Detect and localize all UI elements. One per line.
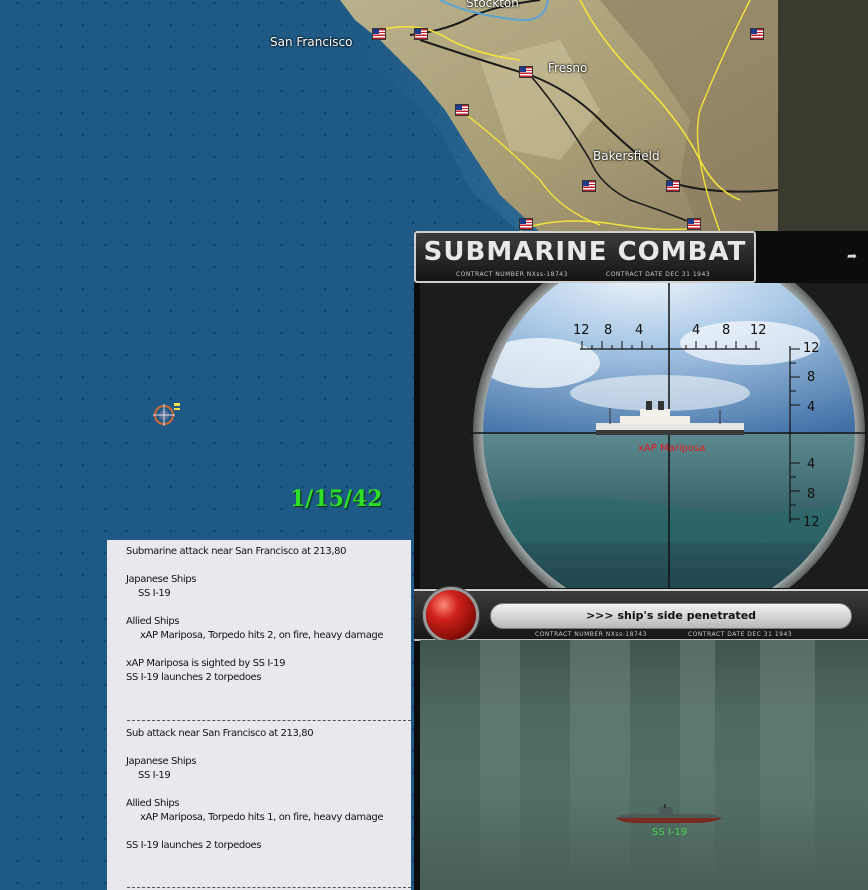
log-line: Allied Ships: [126, 798, 180, 809]
us-base-flag-icon[interactable]: [519, 66, 533, 78]
log-line: SS I-19: [138, 588, 171, 599]
exit-arrow-icon[interactable]: ➦: [845, 249, 859, 263]
light-ray: [760, 640, 815, 890]
combat-status-message: >>> ship's side penetrated: [490, 603, 852, 629]
log-line: Submarine attack near San Francisco at 2…: [126, 546, 347, 557]
scope-tick-label: 8: [722, 323, 730, 338]
target-ship-label: xAP Mariposa: [638, 443, 706, 454]
city-label-fresno[interactable]: Fresno: [548, 61, 587, 75]
log-line: SS I-19 launches 2 torpedoes: [126, 840, 262, 851]
scope-tick-label: 4: [635, 323, 643, 338]
log-separator: [127, 720, 411, 721]
us-base-flag-icon[interactable]: [666, 180, 680, 192]
log-line: SS I-19 launches 2 torpedoes: [126, 672, 262, 683]
log-line: Japanese Ships: [126, 574, 197, 585]
scope-tick-label: 8: [807, 487, 815, 502]
california-coast-map[interactable]: [0, 0, 778, 232]
log-line: Allied Ships: [126, 616, 180, 627]
us-base-flag-icon[interactable]: [455, 104, 469, 116]
log-line: xAP Mariposa, Torpedo hits 2, on fire, h…: [140, 630, 384, 641]
us-base-flag-icon[interactable]: [519, 218, 533, 230]
city-label-san-francisco[interactable]: San Francisco: [270, 35, 352, 49]
periscope-view: 12 8 4 4 8 12 12 8 4 4 8 12: [420, 283, 868, 588]
contract-number: CONTRACT NUMBER NXss-18743: [456, 271, 568, 278]
scope-tick-label: 4: [807, 457, 815, 472]
combat-title: SUBMARINE COMBAT: [423, 237, 747, 267]
log-line: Japanese Ships: [126, 756, 197, 767]
contract-date: CONTRACT DATE DEC 31 1943: [606, 271, 711, 278]
log-separator: [127, 887, 411, 888]
us-base-flag-icon[interactable]: [372, 28, 386, 40]
contract-number: CONTRACT NUMBER NXss-18743: [535, 631, 647, 638]
us-base-flag-icon[interactable]: [750, 28, 764, 40]
light-ray: [480, 640, 520, 890]
contract-date: CONTRACT DATE DEC 31 1943: [688, 631, 793, 638]
us-base-flag-icon[interactable]: [414, 28, 428, 40]
log-line: xAP Mariposa, Torpedo hits 1, on fire, h…: [140, 812, 384, 823]
combat-report-log[interactable]: Submarine attack near San Francisco at 2…: [107, 540, 411, 890]
scope-tick-label: 8: [807, 370, 815, 385]
scope-tick-label: 4: [807, 400, 815, 415]
city-label-stockton[interactable]: Stockton: [466, 0, 519, 10]
submarine-label: SS I-19: [652, 827, 688, 838]
submarine-unit-marker-icon[interactable]: [150, 400, 180, 430]
scope-tick-label: 12: [803, 341, 820, 356]
us-base-flag-icon[interactable]: [687, 218, 701, 230]
light-ray: [680, 640, 715, 890]
scope-tick-label: 12: [573, 323, 590, 338]
city-label-bakersfield[interactable]: Bakersfield: [593, 149, 660, 163]
light-ray: [570, 640, 630, 890]
scope-tick-label: 12: [803, 515, 820, 530]
game-date: 1/15/42: [290, 486, 383, 512]
combat-title-bar: SUBMARINE COMBAT CONTRACT NUMBER NXss-18…: [414, 231, 756, 283]
log-line: xAP Mariposa is sighted by SS I-19: [126, 658, 286, 669]
scope-tick-label: 8: [604, 323, 612, 338]
map-edge-panel: [778, 0, 868, 232]
scope-tick-label: 4: [692, 323, 700, 338]
underwater-view: [420, 640, 868, 890]
us-base-flag-icon[interactable]: [582, 180, 596, 192]
submarine-silhouette[interactable]: [614, 804, 724, 828]
scope-tick-label: 12: [750, 323, 767, 338]
red-action-button[interactable]: [426, 590, 476, 640]
log-line: SS I-19: [138, 770, 171, 781]
log-line: Sub attack near San Francisco at 213,80: [126, 728, 314, 739]
